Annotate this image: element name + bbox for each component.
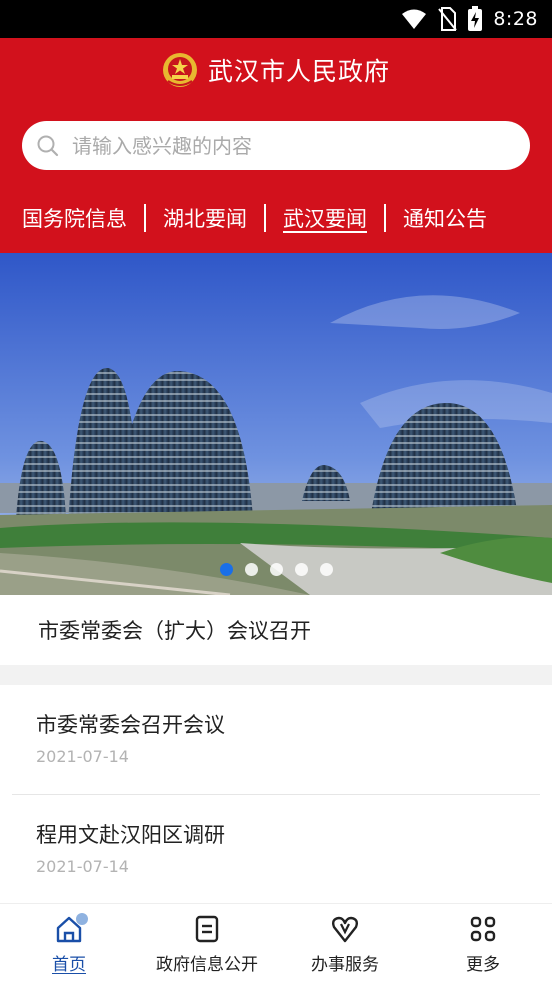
news-date: 2021-07-14	[36, 747, 129, 766]
header: 武汉市人民政府 国务院信息 湖北要闻 武汉要闻 通知公告	[0, 38, 552, 253]
search-icon	[37, 135, 59, 156]
tab-wuhan-news[interactable]: 武汉要闻	[281, 203, 369, 233]
bottom-nav: 首页 政府信息公开 办事服务 更多	[0, 903, 552, 981]
nav-home-label: 首页	[52, 955, 86, 975]
news-date: 2021-07-14	[36, 857, 129, 876]
status-bar: 8:28	[0, 0, 552, 38]
nav-services[interactable]: 办事服务	[276, 904, 414, 981]
nav-home[interactable]: 首页	[0, 904, 138, 981]
app-title: 武汉市人民政府	[207, 57, 390, 86]
tab-hubei-news[interactable]: 湖北要闻	[161, 203, 249, 233]
carousel-dot[interactable]	[220, 563, 233, 576]
banner-headline[interactable]: 市委常委会（扩大）会议召开	[0, 595, 552, 665]
search-input[interactable]	[72, 133, 492, 158]
news-tabs: 国务院信息 湖北要闻 武汉要闻 通知公告	[0, 198, 552, 238]
wifi-icon	[402, 9, 427, 29]
heart-icon	[331, 916, 359, 943]
tab-divider	[384, 204, 386, 232]
battery-charging-icon	[468, 6, 483, 31]
carousel-dot[interactable]	[295, 563, 308, 576]
nav-more[interactable]: 更多	[414, 904, 552, 981]
nav-more-label: 更多	[466, 955, 500, 975]
national-emblem-icon	[162, 53, 197, 87]
tab-divider	[264, 204, 266, 232]
nav-services-label: 办事服务	[311, 955, 379, 975]
tab-divider	[144, 204, 146, 232]
carousel-dot[interactable]	[320, 563, 333, 576]
document-icon	[195, 915, 219, 943]
carousel-dot[interactable]	[270, 563, 283, 576]
nav-gov-info-label: 政府信息公开	[156, 955, 258, 975]
carousel-dot[interactable]	[245, 563, 258, 576]
tab-notices[interactable]: 通知公告	[401, 203, 489, 233]
news-item[interactable]: 程用文赴汉阳区调研 2021-07-14	[12, 795, 540, 903]
news-item[interactable]: 市委常委会召开会议 2021-07-14	[12, 685, 540, 794]
news-title: 程用文赴汉阳区调研	[36, 823, 225, 847]
no-sim-icon	[438, 7, 458, 31]
banner-carousel[interactable]	[0, 253, 552, 595]
notification-dot	[76, 913, 88, 925]
status-icons: 8:28	[401, 6, 538, 32]
grid-icon	[470, 916, 496, 942]
carousel-indicator	[220, 563, 333, 576]
banner-image	[0, 253, 552, 595]
news-list: 市委常委会召开会议 2021-07-14 程用文赴汉阳区调研 2021-07-1…	[0, 685, 552, 903]
tab-state-council[interactable]: 国务院信息	[20, 203, 129, 233]
status-time: 8:28	[493, 8, 538, 30]
title-row: 武汉市人民政府	[0, 50, 552, 90]
search-bar[interactable]	[22, 121, 530, 170]
nav-gov-info[interactable]: 政府信息公开	[138, 904, 276, 981]
news-title: 市委常委会召开会议	[36, 713, 225, 737]
